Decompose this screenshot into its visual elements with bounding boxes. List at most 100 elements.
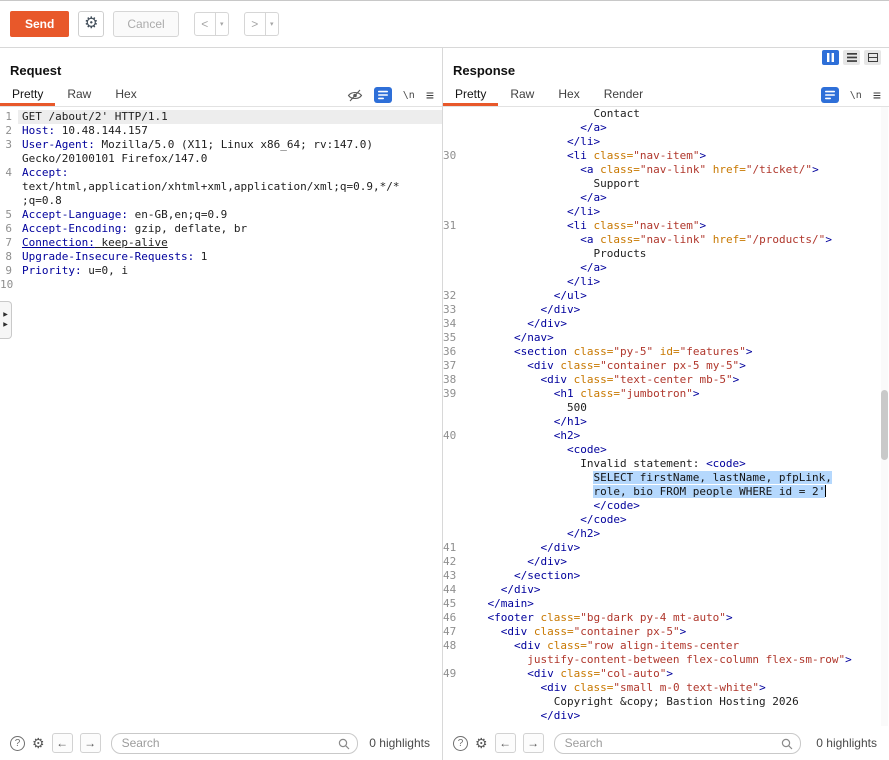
code-line[interactable]: 33 </div> bbox=[443, 303, 889, 317]
code-line[interactable]: <code> bbox=[443, 443, 889, 457]
request-editor[interactable]: 1 GET /about/2' HTTP/1.1 2 Host: 10.48.144.… bbox=[0, 107, 442, 726]
code-line[interactable]: 500 bbox=[443, 401, 889, 415]
menu-icon: ≡ bbox=[872, 87, 881, 103]
code-line[interactable]: </h2> bbox=[443, 527, 889, 541]
layout-rows-button[interactable] bbox=[843, 50, 860, 65]
hide-nonprintable-button[interactable] bbox=[347, 89, 363, 102]
send-button[interactable]: Send bbox=[10, 11, 70, 37]
code-line[interactable]: </code> bbox=[443, 499, 889, 513]
response-tab-raw[interactable]: Raw bbox=[498, 84, 546, 106]
search-input[interactable] bbox=[110, 732, 358, 754]
next-match-button[interactable]: → bbox=[79, 733, 101, 753]
next-match-button[interactable]: → bbox=[522, 733, 544, 753]
prev-request-dropdown[interactable]: ▾ bbox=[215, 12, 229, 36]
code-line[interactable]: <a class="nav-link" href="/products/"> bbox=[443, 233, 889, 247]
scrollbar-thumb[interactable] bbox=[881, 390, 888, 460]
response-search-bar: ? ⚙ ← → 0 highlights bbox=[443, 726, 889, 760]
editor-menu-button[interactable]: ≡ bbox=[873, 87, 881, 103]
code-line[interactable]: Products bbox=[443, 247, 889, 261]
code-line[interactable]: 46 <footer class="bg-dark py-4 mt-auto"> bbox=[443, 611, 889, 625]
code-line[interactable]: <div class="small m-0 text-white"> bbox=[443, 681, 889, 695]
line-number bbox=[443, 443, 457, 457]
request-settings-button[interactable]: ⚙ bbox=[78, 11, 105, 37]
help-icon[interactable]: ? bbox=[453, 735, 468, 751]
code-line[interactable]: 38 <div class="text-center mb-5"> bbox=[443, 373, 889, 387]
code-line[interactable]: <a class="nav-link" href="/ticket/"> bbox=[443, 163, 889, 177]
prev-match-button[interactable]: ← bbox=[494, 733, 516, 753]
code-line[interactable]: 2 Host: 10.48.144.157 bbox=[0, 124, 442, 138]
code-line[interactable]: 43 </section> bbox=[443, 569, 889, 583]
help-icon[interactable]: ? bbox=[10, 735, 25, 751]
code-line[interactable]: 47 <div class="container px-5"> bbox=[443, 625, 889, 639]
pretty-print-toggle-button[interactable] bbox=[820, 87, 839, 103]
code-line[interactable]: </li> bbox=[443, 205, 889, 219]
code-line[interactable]: 41 </div> bbox=[443, 541, 889, 555]
code-line[interactable]: 3 User-Agent: Mozilla/5.0 (X11; Linux x86… bbox=[0, 138, 442, 152]
request-tab-pretty[interactable]: Pretty bbox=[0, 84, 56, 106]
next-request-dropdown[interactable]: ▾ bbox=[265, 12, 279, 36]
code-line[interactable]: SELECT firstName, lastName, pfpLink, bbox=[443, 471, 889, 485]
code-line[interactable]: </li> bbox=[443, 275, 889, 289]
layout-combined-button[interactable] bbox=[864, 50, 881, 65]
code-line[interactable]: Copyright &copy; Bastion Hosting 2026 bbox=[443, 695, 889, 709]
code-line[interactable]: 45 </main> bbox=[443, 597, 889, 611]
search-settings-icon[interactable]: ⚙ bbox=[32, 736, 45, 750]
code-line[interactable]: 4 Accept: bbox=[0, 166, 442, 180]
code-line[interactable]: 1 GET /about/2' HTTP/1.1 bbox=[0, 110, 442, 124]
show-newlines-button[interactable]: \n bbox=[850, 90, 862, 101]
response-editor[interactable]: Contact </a> </li> 30 <li class="nav-item… bbox=[443, 107, 889, 726]
code-line[interactable]: role, bio FROM people WHERE id = 2' bbox=[443, 485, 889, 499]
search-input[interactable] bbox=[553, 732, 801, 754]
code-line[interactable]: 39 <h1 class="jumbotron"> bbox=[443, 387, 889, 401]
inspector-collapsed-tab[interactable]: ▶ ▶ bbox=[0, 301, 12, 339]
code-line[interactable]: 42 </div> bbox=[443, 555, 889, 569]
code-line[interactable]: text/html,application/xhtml+xml,applicat… bbox=[0, 180, 442, 194]
code-line[interactable]: Gecko/20100101 Firefox/147.0 bbox=[0, 152, 442, 166]
code-line[interactable]: 36 <section class="py-5" id="features"> bbox=[443, 345, 889, 359]
code-line[interactable]: ;q=0.8 bbox=[0, 194, 442, 208]
show-newlines-button[interactable]: \n bbox=[403, 90, 415, 101]
code-line[interactable]: Contact bbox=[443, 107, 889, 121]
code-line[interactable]: 30 <li class="nav-item"> bbox=[443, 149, 889, 163]
response-tab-hex[interactable]: Hex bbox=[546, 84, 591, 106]
code-line[interactable]: </h1> bbox=[443, 415, 889, 429]
prev-match-button[interactable]: ← bbox=[51, 733, 73, 753]
next-request-button[interactable]: > bbox=[243, 12, 266, 36]
response-scrollbar[interactable] bbox=[881, 107, 888, 726]
code-line[interactable]: 10 bbox=[0, 278, 442, 292]
code-line[interactable]: </a> bbox=[443, 261, 889, 275]
code-line[interactable]: 6 Accept-Encoding: gzip, deflate, br bbox=[0, 222, 442, 236]
code-line[interactable]: 7 Connection: keep-alive bbox=[0, 236, 442, 250]
code-line[interactable]: 34 </div> bbox=[443, 317, 889, 331]
code-line[interactable]: 32 </ul> bbox=[443, 289, 889, 303]
code-line[interactable]: Invalid statement: <code> bbox=[443, 457, 889, 471]
code-line[interactable]: </a> bbox=[443, 191, 889, 205]
search-settings-icon[interactable]: ⚙ bbox=[475, 736, 488, 750]
code-line[interactable]: 37 <div class="container px-5 my-5"> bbox=[443, 359, 889, 373]
code-line[interactable]: 9 Priority: u=0, i bbox=[0, 264, 442, 278]
repeater-window: Send ⚙ Cancel < ▾ > ▾ Request Pretty Raw H… bbox=[0, 0, 889, 760]
code-line[interactable]: 48 <div class="row align-items-center bbox=[443, 639, 889, 653]
response-tab-pretty[interactable]: Pretty bbox=[443, 84, 499, 106]
code-line[interactable]: </code> bbox=[443, 513, 889, 527]
code-line[interactable]: 49 <div class="col-auto"> bbox=[443, 667, 889, 681]
code-line[interactable]: </a> bbox=[443, 121, 889, 135]
code-line[interactable]: </li> bbox=[443, 135, 889, 149]
code-line[interactable]: 5 Accept-Language: en-GB,en;q=0.9 bbox=[0, 208, 442, 222]
code-line[interactable]: 8 Upgrade-Insecure-Requests: 1 bbox=[0, 250, 442, 264]
pretty-print-toggle-button[interactable] bbox=[373, 87, 392, 103]
layout-columns-button[interactable] bbox=[822, 50, 839, 65]
request-tab-hex[interactable]: Hex bbox=[103, 84, 148, 106]
code-line[interactable]: 35 </nav> bbox=[443, 331, 889, 345]
code-line[interactable]: </div> bbox=[443, 709, 889, 723]
prev-request-button[interactable]: < bbox=[193, 12, 216, 36]
code-line[interactable]: 40 <h2> bbox=[443, 429, 889, 443]
editor-menu-button[interactable]: ≡ bbox=[426, 87, 434, 103]
cancel-button[interactable]: Cancel bbox=[113, 11, 179, 37]
request-tab-raw[interactable]: Raw bbox=[55, 84, 103, 106]
code-line[interactable]: Support bbox=[443, 177, 889, 191]
response-tab-render[interactable]: Render bbox=[592, 84, 655, 106]
code-line[interactable]: justify-content-between flex-column flex… bbox=[443, 653, 889, 667]
code-line[interactable]: 31 <li class="nav-item"> bbox=[443, 219, 889, 233]
code-line[interactable]: 44 </div> bbox=[443, 583, 889, 597]
